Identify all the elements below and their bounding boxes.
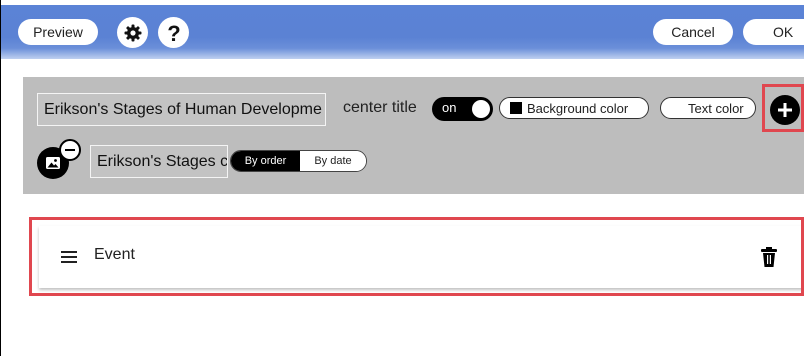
background-color-label: Background color [527, 100, 629, 116]
text-color-label: Text color [688, 100, 744, 116]
gear-icon [124, 24, 141, 41]
center-title-label: center title [343, 99, 417, 116]
title-input[interactable]: Erikson's Stages of Human Developme [37, 93, 326, 126]
svg-text:?: ? [167, 21, 180, 45]
toolbar: Preview ? Cancel OK [1, 5, 804, 59]
text-color-swatch [671, 102, 683, 114]
center-title-toggle[interactable]: on [432, 97, 493, 121]
ok-button[interactable]: OK [743, 19, 804, 45]
title-settings-panel: Erikson's Stages of Human Developme cent… [23, 77, 804, 194]
toggle-knob [472, 100, 490, 118]
sort-by-order-option[interactable]: By order [231, 151, 300, 171]
sort-order-toggle: By order By date [230, 150, 367, 172]
background-color-button[interactable]: Background color [499, 97, 649, 119]
preview-button[interactable]: Preview [18, 19, 98, 45]
subtitle-input[interactable]: Erikson's Stages c [90, 145, 228, 178]
remove-image-button[interactable] [59, 139, 81, 161]
settings-button[interactable] [117, 17, 148, 48]
add-button-highlight [762, 84, 804, 132]
question-mark-icon: ? [167, 21, 180, 45]
toggle-state-label: on [442, 100, 457, 115]
help-button[interactable]: ? [158, 17, 189, 48]
background-color-swatch [510, 102, 522, 114]
minus-icon [65, 149, 75, 151]
cancel-button[interactable]: Cancel [653, 19, 733, 45]
sort-by-date-option[interactable]: By date [299, 151, 366, 171]
text-color-button[interactable]: Text color [660, 97, 756, 119]
event-list-highlight [29, 217, 804, 296]
